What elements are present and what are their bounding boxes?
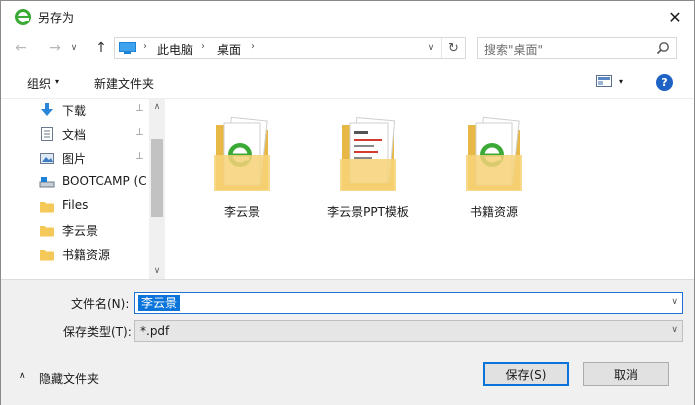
breadcrumb-separator: ›	[251, 41, 255, 52]
download-icon	[41, 103, 53, 116]
chevron-up-icon: ∧	[153, 102, 161, 112]
breadcrumb-separator: ›	[143, 41, 147, 52]
nav-item-book-resources[interactable]: 书籍资源	[39, 243, 149, 265]
save-button[interactable]: 保存(S)	[483, 362, 569, 386]
refresh-icon: ↻	[448, 40, 459, 56]
organize-menu-button[interactable]: 组织	[27, 75, 51, 92]
scroll-up-button[interactable]: ∧	[149, 99, 165, 115]
recent-locations-button[interactable]: ∨	[67, 38, 81, 58]
caret-down-icon: ▾	[55, 77, 60, 86]
folder-item[interactable]: 李云景	[192, 111, 292, 241]
nav-item-label: 文档	[62, 128, 87, 142]
folder-with-slides-icon	[340, 117, 396, 191]
file-list: 李云景 李云景PPT模板 书籍资源	[166, 99, 694, 279]
arrow-right-icon: →	[49, 40, 61, 56]
scroll-thumb[interactable]	[151, 139, 163, 217]
refresh-button[interactable]: ↻	[441, 38, 465, 58]
nav-item-label: 图片	[62, 152, 87, 166]
filename-value: 李云景	[138, 295, 181, 311]
navigation-bar: ← → ∨ ↑ › 此电脑 › 桌面 › ∨ ↻ 搜索"桌面"	[1, 33, 694, 63]
arrow-left-icon: ←	[15, 40, 27, 56]
filename-field[interactable]: 李云景 ∨	[134, 292, 683, 314]
computer-icon	[119, 42, 136, 54]
nav-item-label: BOOTCAMP (C	[62, 174, 147, 188]
up-button[interactable]: ↑	[91, 38, 111, 58]
save-options-panel: 文件名(N): 李云景 ∨ 保存类型(T): *.pdf ∨ ∧ 隐藏文件夹 保…	[1, 279, 694, 405]
filetype-select[interactable]: *.pdf ∨	[134, 320, 683, 342]
nav-pane-scrollbar[interactable]: ∧ ∨	[149, 99, 165, 279]
nav-item-documents[interactable]: 文档 ⊥	[39, 123, 149, 145]
nav-item-pictures[interactable]: 图片 ⊥	[39, 147, 149, 169]
view-options-icon[interactable]	[596, 75, 612, 87]
nav-item-files[interactable]: Files	[39, 195, 149, 217]
pin-icon[interactable]: ⊥	[135, 103, 144, 114]
file-name: 李云景PPT模板	[327, 205, 409, 219]
chevron-down-icon: ∨	[671, 325, 678, 335]
new-folder-button[interactable]: 新建文件夹	[94, 75, 154, 92]
folder-icon	[40, 202, 54, 213]
address-dropdown-button[interactable]: ∨	[421, 38, 441, 58]
app-logo-icon	[15, 9, 31, 25]
pin-icon[interactable]: ⊥	[135, 151, 144, 162]
filetype-value: *.pdf	[140, 324, 170, 338]
nav-item-label: 下载	[62, 104, 87, 118]
title-bar: 另存为 ✕	[1, 1, 694, 33]
search-input[interactable]: 搜索"桌面"	[477, 37, 677, 59]
search-placeholder: 搜索"桌面"	[484, 43, 544, 57]
filetype-label: 保存类型(T):	[63, 325, 132, 339]
command-toolbar: 组织 ▾ 新建文件夹 ▾ ?	[1, 65, 694, 99]
window-title: 另存为	[38, 11, 75, 25]
drive-icon	[39, 177, 55, 188]
file-name: 李云景	[223, 205, 260, 219]
folder-icon	[40, 250, 54, 261]
caret-down-icon[interactable]: ▾	[619, 77, 623, 86]
document-icon	[41, 127, 53, 141]
folder-with-doc-icon	[466, 116, 522, 191]
hide-folders-label: 隐藏文件夹	[39, 372, 100, 386]
chevron-down-icon[interactable]: ∨	[671, 297, 678, 307]
picture-icon	[40, 153, 54, 164]
breadcrumb-this-pc[interactable]: 此电脑	[157, 41, 193, 58]
address-bar[interactable]: › 此电脑 › 桌面 › ∨ ↻	[114, 37, 466, 59]
nav-item-bootcamp[interactable]: BOOTCAMP (C	[39, 171, 149, 193]
search-icon	[656, 42, 669, 55]
folder-item[interactable]: 李云景PPT模板	[318, 111, 418, 241]
chevron-down-icon: ∨	[427, 43, 435, 53]
file-name: 书籍资源	[469, 205, 518, 219]
nav-item-liyunjing[interactable]: 李云景	[39, 219, 149, 241]
folder-with-doc-icon	[214, 116, 270, 191]
help-icon: ?	[661, 76, 668, 89]
folder-icon	[40, 226, 54, 237]
scroll-down-button[interactable]: ∨	[149, 263, 165, 279]
chevron-down-icon: ∨	[70, 43, 78, 53]
breadcrumb-separator: ›	[201, 41, 205, 52]
help-button[interactable]: ?	[656, 74, 673, 91]
nav-item-downloads[interactable]: 下载 ⊥	[39, 99, 149, 121]
navigation-pane: 下载 ⊥ 文档 ⊥ 图片 ⊥ BOOTCAMP (C Files 李云景 书籍资…	[1, 99, 166, 279]
pin-icon[interactable]: ⊥	[135, 127, 144, 138]
breadcrumb-desktop[interactable]: 桌面	[217, 41, 241, 58]
nav-item-label: 李云景	[62, 224, 99, 238]
chevron-up-icon: ∧	[19, 371, 26, 381]
cancel-button[interactable]: 取消	[583, 362, 669, 386]
chevron-down-icon: ∨	[153, 266, 161, 276]
folder-item[interactable]: 书籍资源	[444, 111, 544, 241]
save-as-dialog: 另存为 ✕ ← → ∨ ↑ › 此电脑 › 桌面 › ∨ ↻ 搜索"桌面" 组织…	[0, 0, 695, 405]
nav-item-label: Files	[62, 198, 89, 212]
back-button[interactable]: ←	[11, 38, 31, 58]
nav-item-label: 书籍资源	[62, 248, 111, 262]
close-icon: ✕	[668, 7, 682, 27]
arrow-up-icon: ↑	[95, 40, 107, 56]
filename-label: 文件名(N):	[71, 297, 130, 311]
close-button[interactable]: ✕	[656, 1, 694, 33]
forward-button[interactable]: →	[45, 38, 65, 58]
